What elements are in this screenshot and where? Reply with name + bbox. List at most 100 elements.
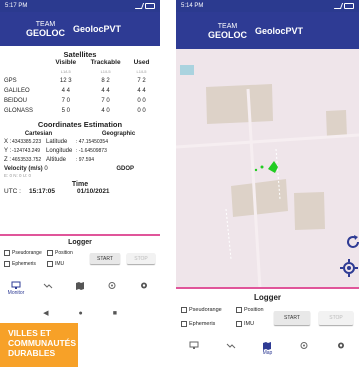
start-button[interactable]: START <box>274 311 310 325</box>
utc-label: UTC : <box>4 188 21 195</box>
utc-date: 01/10/2021 <box>77 188 110 195</box>
refresh-icon <box>347 235 359 248</box>
nav-trajectory[interactable] <box>219 341 243 350</box>
checkbox-box[interactable] <box>47 250 53 256</box>
logger-title: Logger <box>253 293 282 302</box>
app-title: GeolocPVT <box>73 24 122 34</box>
monitor-icon <box>189 341 199 349</box>
banner-line: VILLES ET <box>8 328 51 338</box>
band-label: L1/L5 <box>100 68 111 74</box>
gear-icon <box>337 342 344 349</box>
checkbox-box[interactable] <box>4 261 10 267</box>
banner-line: COMMUNAUTÉS <box>8 338 76 348</box>
start-button[interactable]: START <box>90 253 120 264</box>
stop-button[interactable]: STOP <box>127 253 155 264</box>
stop-button[interactable]: STOP <box>319 311 353 325</box>
bottom-navigation: Monitor <box>0 281 160 303</box>
app-title: GeolocPVT <box>255 25 304 36</box>
section-divider <box>0 234 160 236</box>
satellites-table: Visible Trackable Used L1/L5 L1/L5 L1/L5… <box>4 59 154 116</box>
map-icon <box>263 342 272 350</box>
col-trackable: Trackable <box>90 59 121 66</box>
status-time: 5:14 PM <box>181 3 204 9</box>
status-bar: 5:17 PM <box>0 0 160 12</box>
team-geoloc-logo: TEAM GEOLOC <box>26 21 66 38</box>
nav-gps[interactable] <box>292 341 316 350</box>
recents-icon[interactable]: ■ <box>113 310 117 317</box>
table-row: BEIDOU 7 0 7 0 0 0 <box>4 98 146 104</box>
checkbox-box[interactable] <box>181 321 187 327</box>
cartesian-label: Cartesian <box>24 131 53 137</box>
utc-time: 15:17:05 <box>28 188 56 195</box>
logger-panel: Pseudorange Position Ephemeris IMU START… <box>0 248 160 270</box>
coordinates-title: Coordinates Estimation <box>37 120 123 129</box>
bottom-navigation: Map <box>176 341 359 363</box>
geographic-label: Geographic <box>101 131 136 137</box>
battery-icon <box>344 3 354 9</box>
checkbox-box[interactable] <box>4 250 10 256</box>
position-marker <box>260 165 264 169</box>
checkbox-box[interactable] <box>236 321 242 327</box>
table-row: GPS 12 3 8 2 7 2 <box>4 78 146 84</box>
pseudorange-checkbox[interactable]: Pseudorange <box>181 307 222 313</box>
banner-line: DURABLES <box>8 348 56 358</box>
map-view[interactable] <box>176 49 359 289</box>
locate-button[interactable] <box>340 259 358 277</box>
ephemeris-checkbox[interactable]: Ephemeris <box>181 321 215 327</box>
map-canvas[interactable] <box>176 49 359 289</box>
water-area <box>180 65 194 75</box>
gps-icon <box>108 282 116 289</box>
trajectory-icon <box>226 343 236 349</box>
checkbox-box[interactable] <box>181 307 187 313</box>
velocity-value: 0 <box>44 165 48 172</box>
status-time: 5:17 PM <box>5 3 28 9</box>
system-navigation: ◀ ● ■ <box>0 307 160 319</box>
status-icons <box>134 3 155 9</box>
nav-gps[interactable] <box>100 281 124 290</box>
nav-settings[interactable] <box>132 281 156 290</box>
logger-panel: Pseudorange Position Ephemeris IMU START… <box>176 305 359 333</box>
imu-checkbox[interactable]: IMU <box>47 261 64 267</box>
checkbox-box[interactable] <box>236 307 242 313</box>
crosshair-icon <box>340 259 358 277</box>
refresh-button[interactable] <box>344 233 359 251</box>
app-bar: TEAM GEOLOC GeolocPVT <box>0 12 160 46</box>
col-visible: Visible <box>55 59 77 66</box>
status-bar: 5:14 PM <box>176 0 359 12</box>
position-marker <box>254 168 258 172</box>
nav-settings[interactable] <box>329 341 353 350</box>
nav-trajectory[interactable] <box>36 281 60 290</box>
monitor-screen: 5:17 PM TEAM GEOLOC GeolocPVT Satellites… <box>0 0 160 367</box>
logger-title: Logger <box>68 239 92 246</box>
imu-checkbox[interactable]: IMU <box>236 321 254 327</box>
signal-icon <box>134 3 145 9</box>
back-icon[interactable]: ◀ <box>43 309 48 317</box>
coordinate-row: X : 4343385.223 Latitude : 47.15450354 <box>4 138 108 145</box>
status-icons <box>333 3 354 9</box>
velocity-components: E: 0 N: 0 U: 0 <box>4 173 32 178</box>
nav-monitor[interactable]: Monitor <box>4 281 28 296</box>
pseudorange-checkbox[interactable]: Pseudorange <box>4 250 42 256</box>
coordinate-row: Z : 4653533.752 Altitude : 97.594 <box>4 156 95 163</box>
table-row: GALILEO 4 4 4 4 4 4 <box>4 88 146 94</box>
position-checkbox[interactable]: Position <box>47 250 73 256</box>
team-geoloc-logo: TEAM GEOLOC <box>208 22 248 40</box>
nav-map[interactable]: Map <box>255 341 279 356</box>
checkbox-box[interactable] <box>47 261 53 267</box>
home-icon[interactable]: ● <box>78 310 82 317</box>
nav-monitor[interactable] <box>182 341 206 350</box>
gps-icon <box>300 342 308 349</box>
nav-map[interactable] <box>68 281 92 290</box>
trajectory-icon <box>43 283 53 289</box>
velocity-label: Velocity (m/s) <box>4 165 43 172</box>
time-title: Time <box>71 181 89 188</box>
ephemeris-checkbox[interactable]: Ephemeris <box>4 261 36 267</box>
band-label: L1/L5 <box>136 68 147 74</box>
coordinate-row: Y : -124743.249 Longitude : -1.64509873 <box>4 147 107 154</box>
position-checkbox[interactable]: Position <box>236 307 264 313</box>
gear-icon <box>141 282 147 289</box>
map-icon <box>76 282 84 290</box>
map-screen: 5:14 PM TEAM GEOLOC GeolocPVT Logger Pse… <box>176 0 359 367</box>
band-label: L1/L5 <box>60 68 71 74</box>
velocity-row: Velocity (m/s) 0 GDOP <box>0 164 160 173</box>
